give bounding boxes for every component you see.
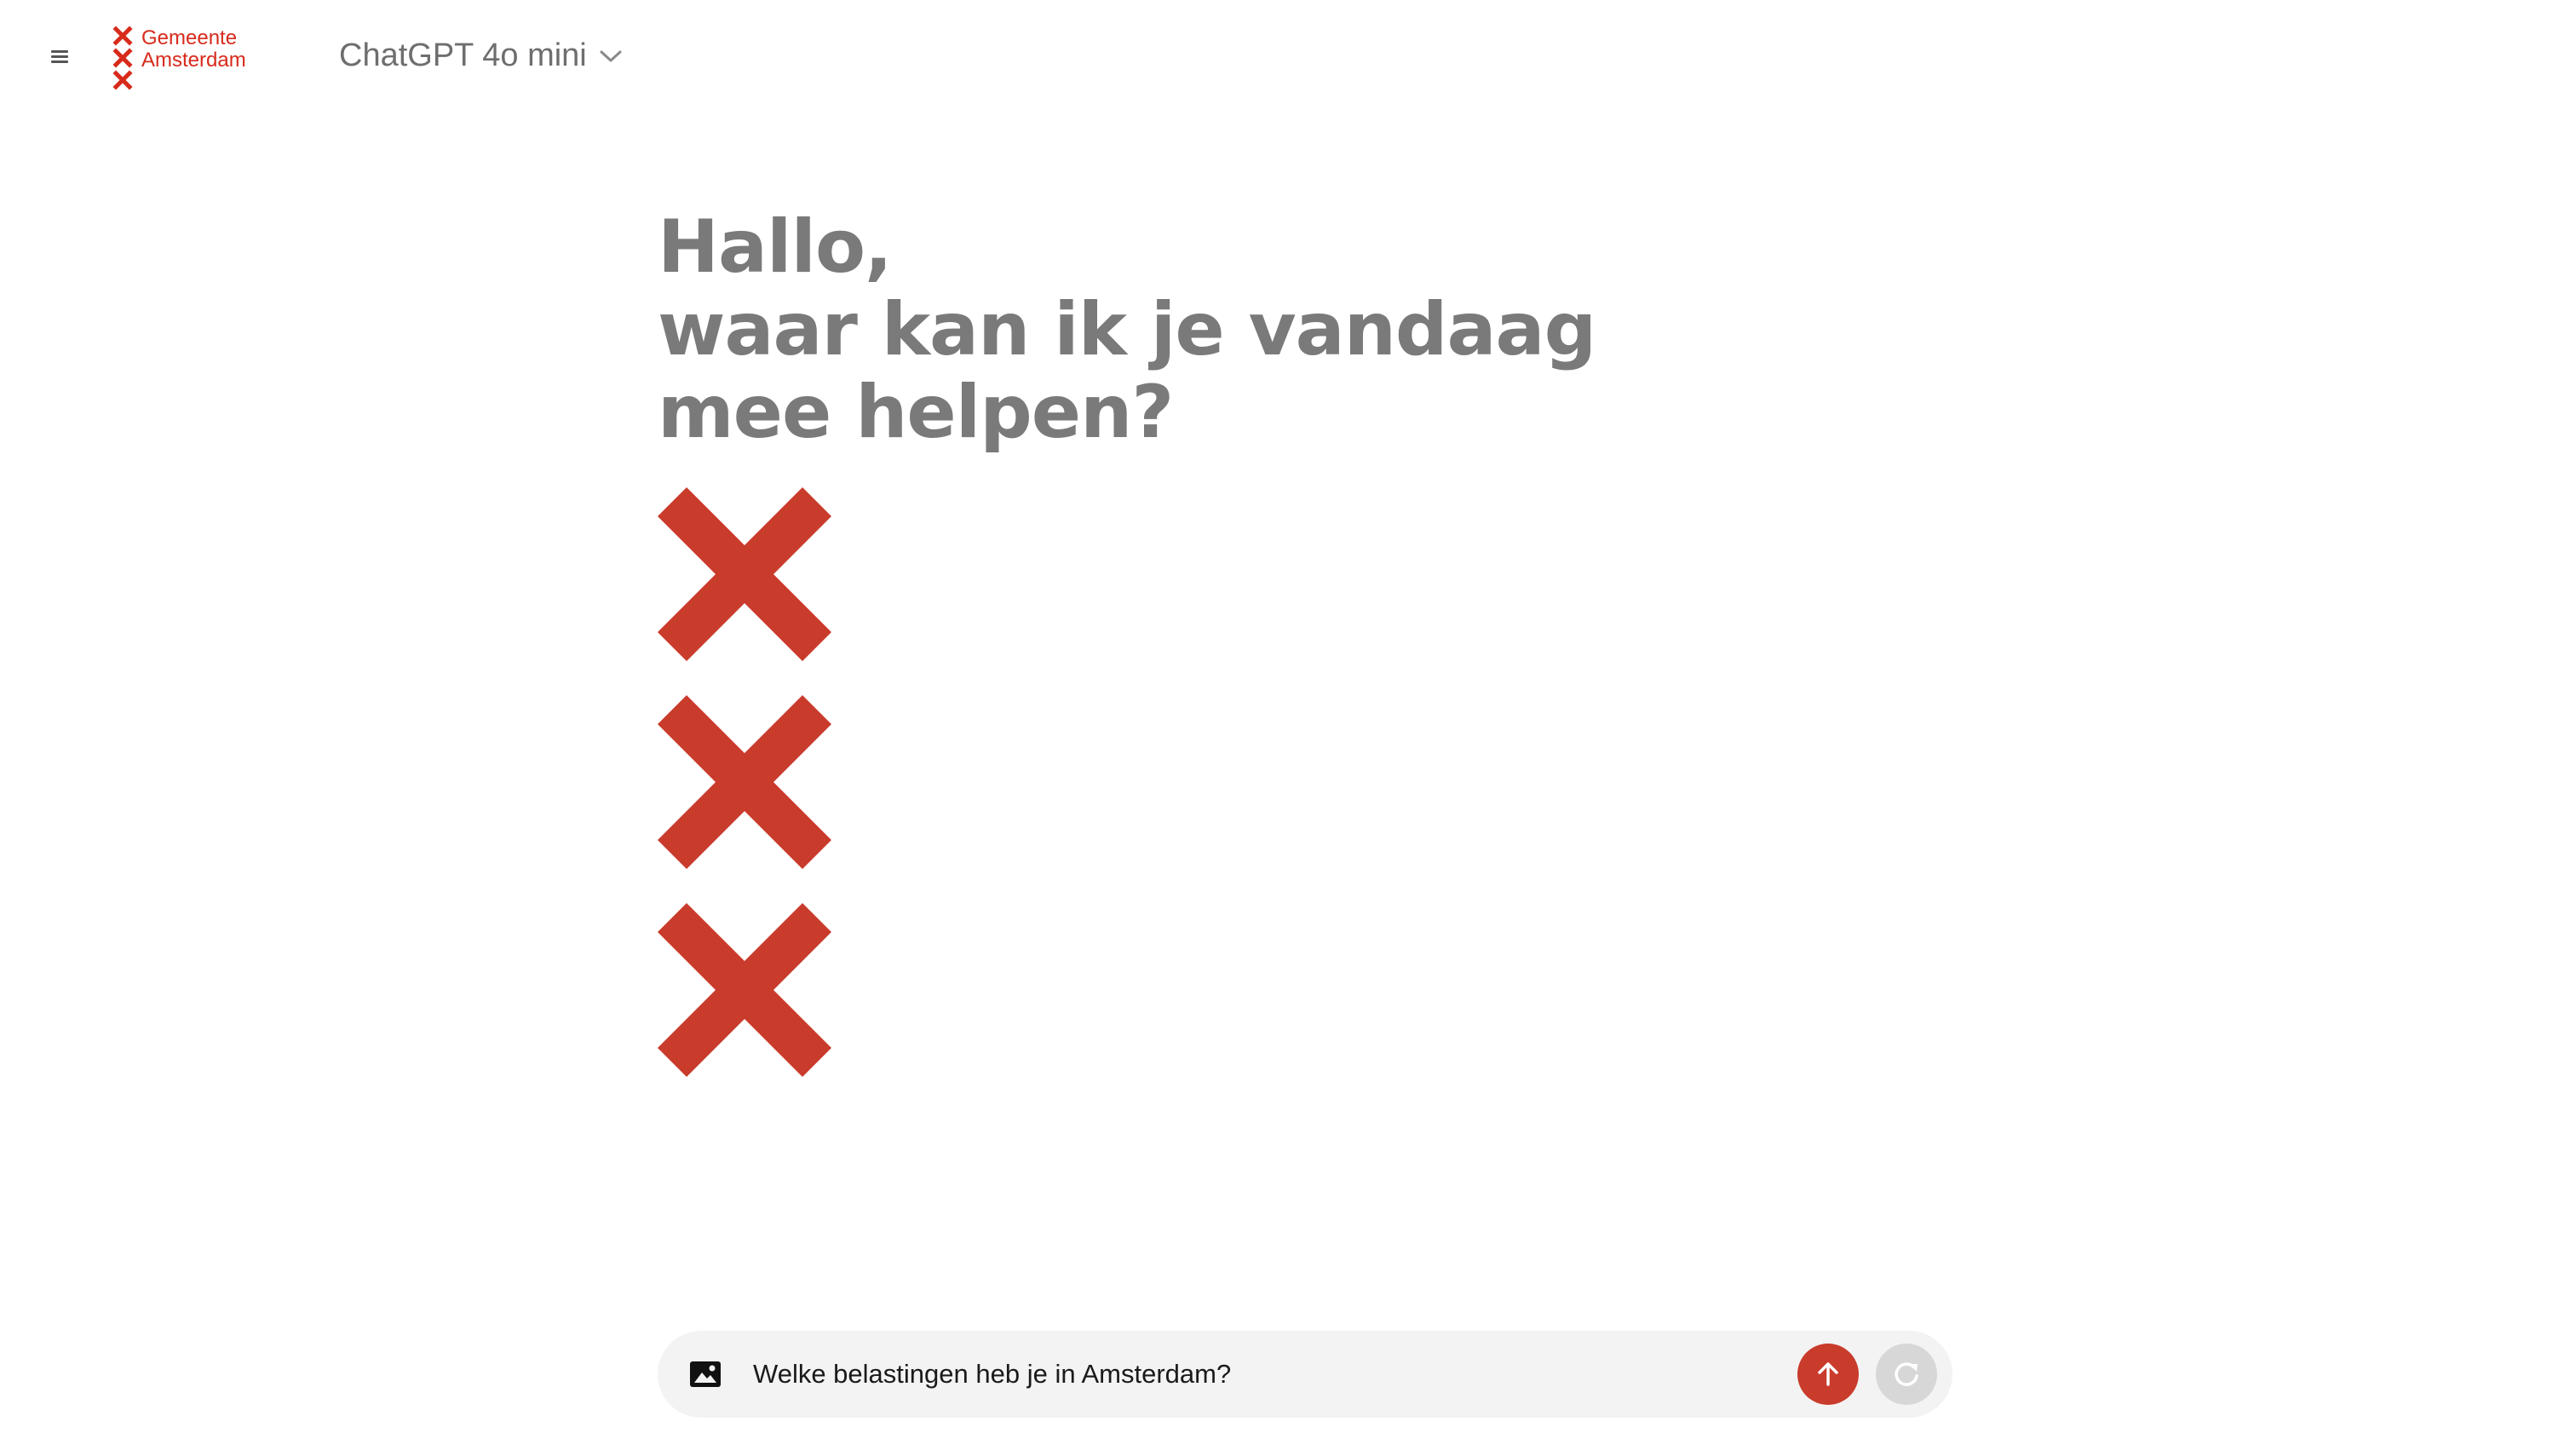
greeting-line-1: Hallo, xyxy=(658,204,893,290)
logo-line-1: Gemeente xyxy=(141,26,238,49)
greeting-heading: Hallo, waar kan ik je vandaag mee helpen… xyxy=(658,204,1596,455)
andreas-cross-icon xyxy=(658,695,831,869)
andreas-cross-icon xyxy=(658,903,831,1077)
arrow-up-icon xyxy=(1818,1362,1838,1386)
refresh-icon xyxy=(1895,1362,1918,1386)
logo-crosses-icon xyxy=(112,26,133,90)
logo-text: Gemeente Amsterdam xyxy=(141,27,246,72)
andreas-cross-icon xyxy=(658,487,831,661)
message-composer: Welke belastingen heb je in Amsterdam? xyxy=(658,1331,1952,1418)
image-upload-button[interactable] xyxy=(688,1357,722,1391)
greeting-line-2: waar kan ik je vandaag xyxy=(658,287,1596,372)
message-input[interactable]: Welke belastingen heb je in Amsterdam? xyxy=(753,1355,1231,1394)
model-name: ChatGPT 4o mini xyxy=(339,37,587,73)
image-upload-icon xyxy=(690,1361,721,1387)
greeting-line-3: mee helpen? xyxy=(658,370,1174,455)
chat-page: Gemeente Amsterdam ChatGPT 4o mini Hallo… xyxy=(0,0,2576,1433)
andreas-crosses-emblem xyxy=(658,487,831,1077)
refresh-button[interactable] xyxy=(1876,1344,1937,1405)
logo-line-2: Amsterdam xyxy=(141,49,246,72)
chevron-down-icon xyxy=(600,50,622,61)
model-selector[interactable]: ChatGPT 4o mini xyxy=(339,37,623,74)
hamburger-menu-icon xyxy=(51,50,68,63)
send-button[interactable] xyxy=(1797,1344,1859,1405)
hamburger-menu-button[interactable] xyxy=(46,43,73,70)
gemeente-amsterdam-logo[interactable]: Gemeente Amsterdam xyxy=(112,26,266,94)
